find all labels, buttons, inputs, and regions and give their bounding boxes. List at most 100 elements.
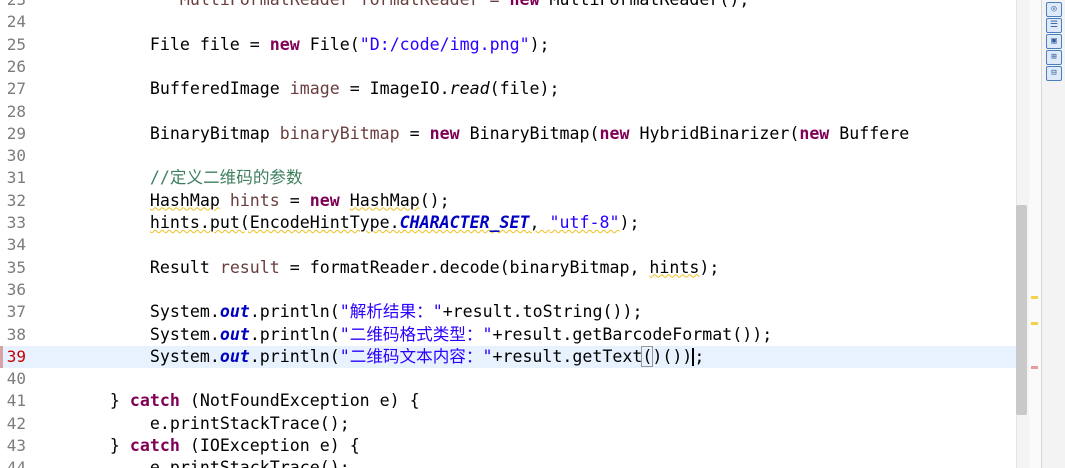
code-line[interactable]: 23 MultiFormatReader formatReader = new … (0, 0, 1016, 11)
line-number: 40 (6, 369, 26, 389)
code-token: System. (30, 324, 220, 344)
type-hierarchy-icon[interactable]: ⊟ (1046, 66, 1062, 81)
line-number: 27 (6, 79, 26, 99)
code-token: Buffere (829, 123, 910, 143)
code-line[interactable]: 25 File file = new File("D:/code/img.png… (0, 34, 1016, 56)
code-token: CHARACTER_SET (399, 213, 530, 232)
warning-marker[interactable] (1031, 296, 1038, 299)
line-number: 35 (6, 257, 26, 277)
error-marker[interactable] (1031, 366, 1038, 369)
code-line[interactable]: 28 (0, 101, 1016, 123)
code-token: BinaryBitmap( (459, 123, 600, 143)
line-number: 37 (6, 302, 26, 322)
code-token: = ImageIO. (339, 79, 450, 99)
code-line[interactable]: 31 //定义二维码的参数 (0, 167, 1016, 189)
code-line[interactable]: 38 System.out.println("二维码格式类型："+result.… (0, 324, 1016, 346)
code-token: MultiFormatReader(); (540, 0, 750, 9)
code-token: System. (30, 346, 220, 366)
line-number: 38 (6, 324, 26, 344)
code-token: +result.toString()); (442, 302, 643, 322)
task-list-icon[interactable]: ☰ (1046, 18, 1062, 33)
code-token: .println( (249, 346, 340, 366)
code-token: result (219, 257, 280, 277)
code-token: ; (694, 346, 705, 366)
code-text: } catch (IOException e) { (30, 435, 360, 457)
code-line[interactable]: 40 (0, 368, 1016, 390)
code-token: (NotFoundException e) { (179, 391, 420, 411)
warning-marker[interactable] (1031, 322, 1038, 325)
code-line[interactable]: 42 e.printStackTrace(); (0, 413, 1016, 435)
line-number: 31 (6, 168, 26, 188)
code-token: new (309, 190, 340, 210)
code-text: MultiFormatReader formatReader = new Mul… (30, 0, 749, 11)
code-token: .println( (249, 302, 340, 322)
code-token: = (399, 123, 430, 143)
code-text: hints.put(EncodeHintType.CHARACTER_SET, … (30, 212, 640, 234)
code-line[interactable]: 36 (0, 279, 1016, 301)
code-token: ); (619, 213, 640, 232)
code-token: ) (652, 346, 663, 366)
scrollbar-thumb[interactable] (1016, 205, 1027, 415)
code-token: new (510, 0, 540, 9)
code-token: +result.getText (492, 346, 643, 366)
code-line[interactable]: 37 System.out.println("解析结果："+result.toS… (0, 301, 1016, 323)
code-line[interactable]: 33 hints.put(EncodeHintType.CHARACTER_SE… (0, 212, 1016, 234)
code-token: ( (641, 345, 654, 367)
outline-view-icon[interactable]: ◎ (1046, 2, 1062, 17)
code-line[interactable]: 26 (0, 56, 1016, 78)
code-line[interactable]: 34 (0, 234, 1016, 256)
code-token: hints (649, 257, 700, 277)
code-token: +result.getBarcodeFormat()); (492, 324, 773, 344)
hierarchy-icon[interactable]: ⊞ (1046, 50, 1062, 65)
code-line[interactable]: 29 BinaryBitmap binaryBitmap = new Binar… (0, 123, 1016, 145)
line-number: 24 (6, 12, 26, 32)
code-line[interactable]: 43 } catch (IOException e) { (0, 435, 1016, 457)
line-number: 30 (6, 146, 26, 166)
code-text: HashMap hints = new HashMap(); (30, 190, 450, 212)
code-line[interactable]: 44 e.printStackTrace(); (0, 457, 1016, 468)
code-token: hints.put(EncodeHintType. (149, 213, 400, 232)
code-editor[interactable]: 23 MultiFormatReader formatReader = new … (0, 0, 1016, 468)
code-line[interactable]: 27 BufferedImage image = ImageIO.read(fi… (0, 78, 1016, 100)
code-token: ); (699, 257, 720, 277)
line-number: 33 (6, 213, 26, 232)
code-line[interactable]: 24 (0, 11, 1016, 33)
code-line[interactable]: 32 HashMap hints = new HashMap(); (0, 190, 1016, 212)
code-token: ); (529, 34, 550, 54)
line-number: 34 (6, 235, 26, 255)
code-token: catch (129, 391, 180, 411)
side-toolbar: ◎ ☰ ▣ ⊞ ⊟ (1041, 0, 1065, 468)
code-text: //定义二维码的参数 (30, 167, 303, 189)
code-token: ()) (662, 346, 693, 366)
code-token: (IOException e) { (179, 436, 360, 455)
code-line[interactable]: 39 System.out.println("二维码文本内容："+result.… (0, 345, 1016, 368)
code-token: //定义二维码的参数 (149, 168, 303, 188)
code-text: System.out.println("二维码格式类型："+result.get… (30, 324, 772, 346)
code-token: read (449, 79, 490, 99)
code-line[interactable]: 41 } catch (NotFoundException e) { (0, 390, 1016, 412)
code-token: = formatReader.decode(binaryBitmap, (279, 257, 650, 277)
code-token: out (219, 302, 250, 322)
code-line[interactable]: 30 (0, 145, 1016, 167)
line-number: 44 (6, 458, 26, 468)
code-token: BinaryBitmap (30, 123, 280, 143)
code-text: e.printStackTrace(); (30, 413, 350, 435)
code-token: "二维码格式类型：" (339, 324, 493, 344)
code-token: , (529, 213, 550, 232)
console-icon[interactable]: ▣ (1046, 34, 1062, 49)
line-number: 43 (6, 436, 26, 455)
code-token: File file = (30, 34, 270, 54)
code-token: out (219, 346, 250, 366)
code-line[interactable]: 35 Result result = formatReader.decode(b… (0, 257, 1016, 279)
code-token: HashMap (349, 190, 420, 210)
line-number: 41 (6, 391, 26, 411)
code-token: = (279, 190, 310, 210)
code-token: out (219, 324, 250, 344)
overview-ruler[interactable] (1029, 0, 1041, 468)
code-token: new (799, 123, 830, 143)
code-text: e.printStackTrace(); (30, 457, 350, 468)
code-token: } (30, 436, 130, 455)
code-token: File( (299, 34, 360, 54)
